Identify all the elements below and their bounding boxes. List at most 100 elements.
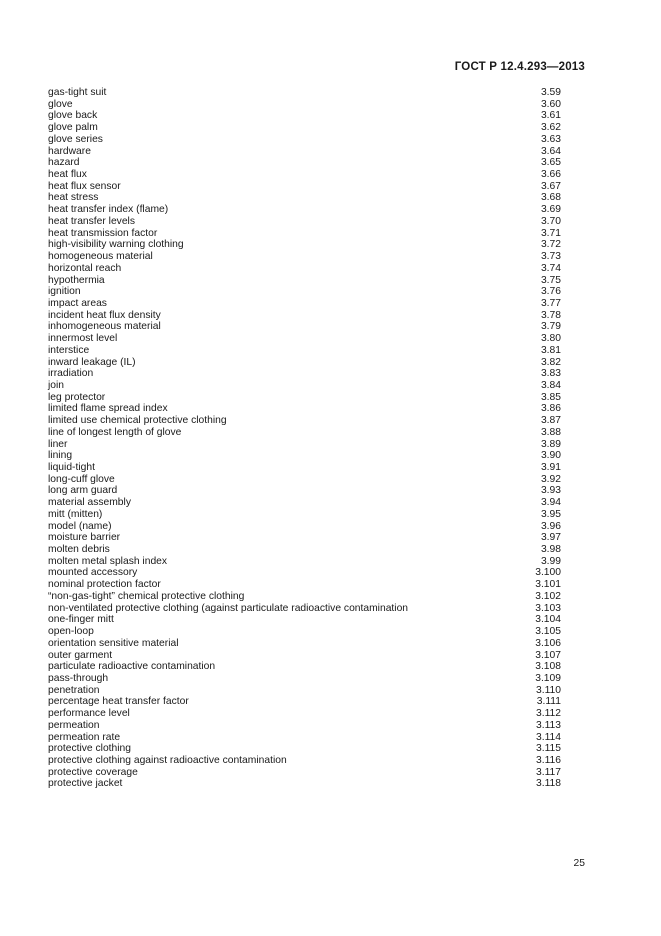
index-entry-term: percentage heat transfer factor — [48, 696, 189, 708]
index-entry-term: glove palm — [48, 122, 98, 134]
index-entry-term: outer garment — [48, 649, 113, 661]
index-entry-row: innermost level 3.80 — [48, 333, 561, 345]
index-entry-row: material assembly 3.94 — [48, 497, 561, 509]
index-entry-term: mitt (mitten) — [48, 508, 103, 520]
index-entry-row: high-visibility warning clothing 3.72 — [48, 239, 561, 251]
index-entry-row: hardware 3.64 — [48, 146, 561, 158]
index-entry-term: performance level — [48, 708, 130, 720]
index-entry-row: heat stress 3.68 — [48, 192, 561, 204]
index-entry-term: glove — [48, 98, 73, 110]
index-entry-number: 3.59 — [540, 87, 561, 98]
index-entry-number: 3.92 — [540, 473, 561, 485]
index-entry-term: hypothermia — [48, 274, 105, 286]
index-entry-number: 3.70 — [540, 215, 561, 227]
index-entry-number: 3.87 — [540, 415, 561, 427]
index-entry-term: limited flame spread index — [48, 403, 168, 415]
index-entry-row: limited flame spread index 3.86 — [48, 403, 561, 415]
index-entry-term: inward leakage (IL) — [48, 356, 136, 368]
index-entry-number: 3.112 — [535, 708, 561, 720]
index-entry-term: long-cuff glove — [48, 473, 115, 485]
index-entry-number: 3.101 — [535, 579, 561, 591]
index-entry-term: gas-tight suit — [48, 87, 107, 98]
index-entry-row: line of longest length of glove 3.88 — [48, 427, 561, 439]
index-entry-term: one-finger mitt — [48, 614, 114, 626]
index-entry-number: 3.91 — [540, 462, 561, 473]
index-entry-term: permeation — [48, 719, 100, 731]
index-entry-term: line of longest length of glove — [48, 426, 182, 438]
index-entry-row: gas-tight suit 3.59 — [48, 87, 561, 99]
index-entry-row: percentage heat transfer factor 3.111 — [48, 696, 561, 708]
index-entry-number: 3.103 — [535, 602, 561, 614]
index-entry-term: penetration — [48, 684, 100, 696]
index-entry-number: 3.106 — [535, 637, 561, 649]
index-entry-term: high-visibility warning clothing — [48, 239, 184, 251]
index-entry-row: protective coverage 3.117 — [48, 767, 561, 779]
index-entry-term: nominal protection factor — [48, 579, 161, 591]
index-entry-term: liner — [48, 438, 68, 450]
index-entry-row: ignition 3.76 — [48, 286, 561, 298]
index-entry-number: 3.77 — [540, 297, 561, 309]
index-entry-number: 3.61 — [540, 110, 561, 122]
index-entry-term: molten debris — [48, 544, 110, 556]
index-entry-number: 3.84 — [540, 379, 561, 391]
index-entry-row: homogeneous material 3.73 — [48, 251, 561, 263]
index-entry-row: protective jacket 3.118 — [48, 778, 561, 790]
index-entry-row: irradiation 3.83 — [48, 368, 561, 380]
index-entry-term: limited use chemical protective clothing — [48, 415, 227, 427]
index-entry-term: protective clothing — [48, 743, 131, 755]
index-entry-row: heat transfer levels 3.70 — [48, 216, 561, 228]
index-entry-row: limited use chemical protective clothing… — [48, 415, 561, 427]
index-entry-number: 3.75 — [540, 274, 561, 286]
index-entry-row: mounted accessory 3.100 — [48, 567, 561, 579]
running-head-standard-title: ГОСТ Р 12.4.293—2013 — [454, 61, 585, 73]
index-entry-number: 3.109 — [535, 672, 561, 684]
index-entry-number: 3.69 — [540, 204, 561, 216]
index-entry-number: 3.102 — [535, 590, 561, 602]
document-page: ГОСТ Р 12.4.293—2013 gas-tight suit 3.59 g… — [0, 0, 661, 936]
index-entry-row: heat flux 3.66 — [48, 169, 561, 181]
index-entry-row: one-finger mitt 3.104 — [48, 614, 561, 626]
index-entry-number: 3.80 — [540, 333, 561, 345]
index-entry-row: protective clothing 3.115 — [48, 743, 561, 755]
index-entry-term: lining — [48, 450, 73, 462]
index-entry-number: 3.73 — [540, 251, 561, 263]
index-entry-term: particulate radioactive contamination — [48, 661, 216, 673]
index-entry-number: 3.104 — [535, 614, 561, 626]
index-entry-row: horizontal reach 3.74 — [48, 263, 561, 275]
index-entry-number: 3.88 — [540, 426, 561, 438]
index-entry-number: 3.72 — [540, 239, 561, 251]
index-entry-number: 3.81 — [540, 344, 561, 356]
index-entry-row: particulate radioactive contamination 3.1… — [48, 661, 561, 673]
index-entry-row: join 3.84 — [48, 380, 561, 392]
index-entry-number: 3.74 — [540, 262, 561, 274]
index-entry-row: non-ventilated protective clothing (agai… — [48, 603, 561, 615]
index-entry-number: 3.118 — [535, 778, 561, 790]
index-entry-term: orientation sensitive material — [48, 637, 179, 649]
index-entry-number: 3.117 — [535, 766, 561, 778]
index-entry-row: nominal protection factor 3.101 — [48, 579, 561, 591]
index-entry-number: 3.71 — [540, 227, 561, 239]
index-entry-number: 3.95 — [540, 508, 561, 520]
index-entry-number: 3.60 — [540, 98, 561, 110]
index-entry-term: inhomogeneous material — [48, 321, 161, 333]
index-entry-number: 3.64 — [540, 145, 561, 157]
index-entry-row: glove 3.60 — [48, 99, 561, 111]
index-entry-row: interstice 3.81 — [48, 345, 561, 357]
index-entry-row: mitt (mitten) 3.95 — [48, 509, 561, 521]
index-entry-row: moisture barrier 3.97 — [48, 532, 561, 544]
index-entry-number: 3.93 — [540, 485, 561, 497]
index-entry-number: 3.90 — [540, 450, 561, 462]
index-entry-number: 3.107 — [535, 649, 561, 661]
index-entry-row: glove series 3.63 — [48, 134, 561, 146]
index-entry-row: liquid-tight 3.91 — [48, 462, 561, 474]
index-entry-term: pass-through — [48, 672, 109, 684]
index-entry-term: heat transmission factor — [48, 227, 158, 239]
index-entry-number: 3.111 — [536, 696, 561, 708]
index-entry-term: heat flux sensor — [48, 180, 121, 192]
index-entry-number: 3.105 — [535, 626, 561, 638]
index-entry-number: 3.94 — [540, 497, 561, 509]
index-entry-term: impact areas — [48, 297, 107, 309]
index-entry-row: glove back 3.61 — [48, 110, 561, 122]
index-entry-row: “non-gas-tight” chemical protective clot… — [48, 591, 561, 603]
index-entry-number: 3.110 — [535, 684, 561, 696]
